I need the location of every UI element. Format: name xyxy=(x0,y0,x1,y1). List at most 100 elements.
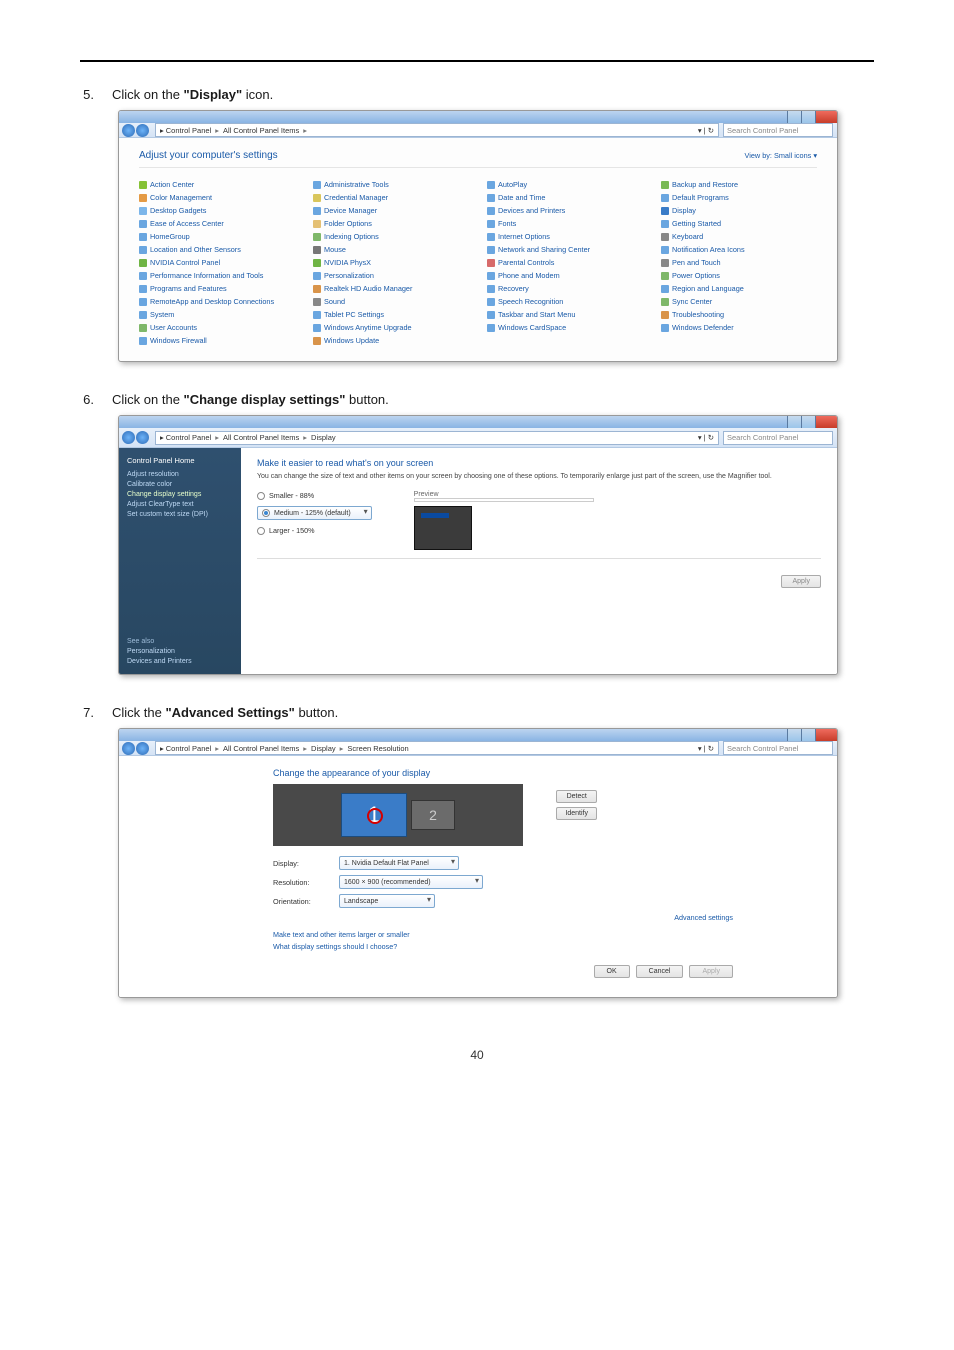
cp-item[interactable]: Speech Recognition xyxy=(487,297,643,306)
nav-forward-button[interactable] xyxy=(136,431,149,444)
cancel-button[interactable]: Cancel xyxy=(636,965,684,978)
cp-item[interactable]: Indexing Options xyxy=(313,232,469,241)
monitor-arrange-box[interactable]: 1 2 Detect Identify xyxy=(273,784,523,846)
dropdown[interactable]: 1600 × 900 (recommended) xyxy=(339,875,483,889)
cp-item[interactable]: Windows Defender xyxy=(661,323,817,332)
close-button[interactable] xyxy=(815,729,837,741)
cp-item[interactable]: RemoteApp and Desktop Connections xyxy=(139,297,295,306)
sidebar-home[interactable]: Control Panel Home xyxy=(127,456,233,465)
sidebar-link[interactable]: Change display settings xyxy=(127,491,233,498)
cp-item[interactable]: Power Options xyxy=(661,271,817,280)
cp-item[interactable]: System xyxy=(139,310,295,319)
cp-item[interactable]: Windows Update xyxy=(313,336,469,345)
apply-button[interactable]: Apply xyxy=(689,965,733,978)
cp-item[interactable]: Performance Information and Tools xyxy=(139,271,295,280)
text-size-link[interactable]: Make text and other items larger or smal… xyxy=(273,930,813,939)
cp-item[interactable]: Troubleshooting xyxy=(661,310,817,319)
see-also-personalization[interactable]: Personalization xyxy=(127,648,192,655)
cp-item[interactable]: Folder Options xyxy=(313,219,469,228)
monitor-1[interactable]: 1 xyxy=(341,793,407,837)
cp-item[interactable]: Administrative Tools xyxy=(313,180,469,189)
cp-item[interactable]: Internet Options xyxy=(487,232,643,241)
cp-item[interactable]: Action Center xyxy=(139,180,295,189)
maximize-button[interactable] xyxy=(801,416,815,428)
search-input[interactable]: Search Control Panel xyxy=(723,741,833,755)
cp-item[interactable]: HomeGroup xyxy=(139,232,295,241)
sidebar-link[interactable]: Calibrate color xyxy=(127,481,233,488)
cp-item[interactable]: Sound xyxy=(313,297,469,306)
cp-item[interactable]: AutoPlay xyxy=(487,180,643,189)
display-desc: You can change the size of text and othe… xyxy=(257,472,821,481)
minimize-button[interactable] xyxy=(787,111,801,123)
nav-forward-button[interactable] xyxy=(136,124,149,137)
see-also-devices[interactable]: Devices and Printers xyxy=(127,658,192,665)
cp-item[interactable]: Color Management xyxy=(139,193,295,202)
cp-item[interactable]: NVIDIA PhysX xyxy=(313,258,469,267)
size-radio[interactable]: Medium - 125% (default) xyxy=(257,506,372,520)
sidebar-link[interactable]: Set custom text size (DPI) xyxy=(127,511,233,518)
cp-item[interactable]: Realtek HD Audio Manager xyxy=(313,284,469,293)
address-bar[interactable]: ▸ Control Panel ▸ All Control Panel Item… xyxy=(155,741,719,755)
size-radio[interactable]: Larger - 150% xyxy=(257,526,372,535)
what-settings-link[interactable]: What display settings should I choose? xyxy=(273,942,813,951)
minimize-button[interactable] xyxy=(787,729,801,741)
minimize-button[interactable] xyxy=(787,416,801,428)
cp-item[interactable]: Location and Other Sensors xyxy=(139,245,295,254)
size-radio[interactable]: Smaller - 88% xyxy=(257,491,372,500)
close-button[interactable] xyxy=(815,416,837,428)
cp-item[interactable]: Taskbar and Start Menu xyxy=(487,310,643,319)
cp-item[interactable]: Phone and Modem xyxy=(487,271,643,280)
maximize-button[interactable] xyxy=(801,729,815,741)
detect-button[interactable]: Detect xyxy=(556,790,597,803)
cp-item[interactable]: Fonts xyxy=(487,219,643,228)
dropdown[interactable]: Landscape xyxy=(339,894,435,908)
sidebar-link[interactable]: Adjust resolution xyxy=(127,471,233,478)
cp-item[interactable]: Region and Language xyxy=(661,284,817,293)
maximize-button[interactable] xyxy=(801,111,815,123)
cp-item[interactable]: Backup and Restore xyxy=(661,180,817,189)
cp-item[interactable]: Devices and Printers xyxy=(487,206,643,215)
cp-item[interactable]: Windows Firewall xyxy=(139,336,295,345)
cp-item[interactable]: Tablet PC Settings xyxy=(313,310,469,319)
identify-button[interactable]: Identify xyxy=(556,807,597,820)
cp-view-mode[interactable]: View by: Small icons ▾ xyxy=(745,151,817,160)
cp-item[interactable]: Sync Center xyxy=(661,297,817,306)
address-bar[interactable]: ▸ Control Panel ▸ All Control Panel Item… xyxy=(155,123,719,137)
apply-button[interactable]: Apply xyxy=(781,575,821,588)
cp-item[interactable]: Credential Manager xyxy=(313,193,469,202)
cp-item[interactable]: Network and Sharing Center xyxy=(487,245,643,254)
nav-back-button[interactable] xyxy=(122,431,135,444)
cp-item[interactable]: Parental Controls xyxy=(487,258,643,267)
cp-item[interactable]: Default Programs xyxy=(661,193,817,202)
cp-item[interactable]: Display xyxy=(661,206,817,215)
cp-item[interactable]: Desktop Gadgets xyxy=(139,206,295,215)
ok-button[interactable]: OK xyxy=(594,965,630,978)
window-titlebar xyxy=(119,729,837,741)
search-input[interactable]: Search Control Panel xyxy=(723,431,833,445)
cp-item[interactable]: Keyboard xyxy=(661,232,817,241)
nav-back-button[interactable] xyxy=(122,124,135,137)
cp-item[interactable]: Mouse xyxy=(313,245,469,254)
nav-back-button[interactable] xyxy=(122,742,135,755)
close-button[interactable] xyxy=(815,111,837,123)
advanced-settings-link[interactable]: Advanced settings xyxy=(273,913,733,922)
cp-item[interactable]: Programs and Features xyxy=(139,284,295,293)
cp-item[interactable]: Getting Started xyxy=(661,219,817,228)
search-input[interactable]: Search Control Panel xyxy=(723,123,833,137)
sidebar-link[interactable]: Adjust ClearType text xyxy=(127,501,233,508)
cp-item[interactable]: Windows CardSpace xyxy=(487,323,643,332)
cp-item[interactable]: Ease of Access Center xyxy=(139,219,295,228)
cp-item[interactable]: NVIDIA Control Panel xyxy=(139,258,295,267)
monitor-2[interactable]: 2 xyxy=(411,800,455,830)
dropdown[interactable]: 1. Nvidia Default Flat Panel xyxy=(339,856,459,870)
cp-item[interactable]: Notification Area Icons xyxy=(661,245,817,254)
cp-item[interactable]: Windows Anytime Upgrade xyxy=(313,323,469,332)
cp-item[interactable]: Pen and Touch xyxy=(661,258,817,267)
cp-item[interactable]: Date and Time xyxy=(487,193,643,202)
cp-item[interactable]: Recovery xyxy=(487,284,643,293)
cp-item[interactable]: User Accounts xyxy=(139,323,295,332)
address-bar[interactable]: ▸ Control Panel ▸ All Control Panel Item… xyxy=(155,431,719,445)
nav-forward-button[interactable] xyxy=(136,742,149,755)
cp-item[interactable]: Device Manager xyxy=(313,206,469,215)
cp-item[interactable]: Personalization xyxy=(313,271,469,280)
